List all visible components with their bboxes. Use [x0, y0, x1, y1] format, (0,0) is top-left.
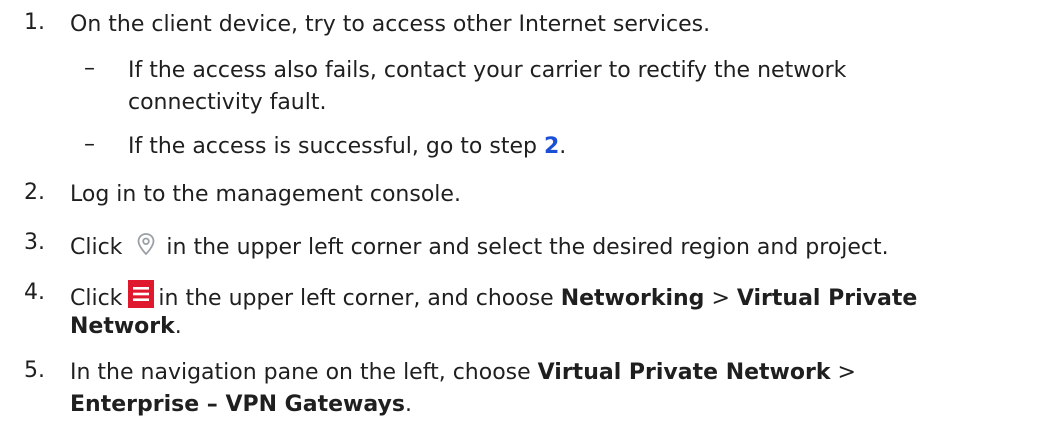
step-text: Click in the upper left corner and select… [70, 230, 889, 263]
step-link[interactable]: 2 [544, 134, 559, 159]
step-number: 4. [24, 280, 45, 305]
sub-text-cont: connectivity fault. [128, 90, 327, 115]
sub-text: If the access is successful, go to step … [128, 134, 567, 159]
step-text-cont: Enterprise – VPN Gateways. [70, 392, 412, 417]
step-number: 2. [24, 180, 45, 205]
step-number: 1. [24, 10, 45, 35]
step-text: Click in the upper left corner, and choos… [70, 280, 917, 314]
step-text: On the client device, try to access othe… [70, 12, 711, 37]
step-text: Log in to the management console. [70, 182, 461, 207]
step-number: 3. [24, 230, 45, 255]
step-text-cont: Network. [70, 314, 182, 339]
sub-text: If the access also fails, contact your c… [128, 58, 847, 83]
sub-dash: – [84, 132, 95, 157]
sub-dash: – [84, 56, 95, 81]
step-number: 5. [24, 358, 45, 383]
hamburger-menu-icon [128, 280, 155, 308]
step-text: In the navigation pane on the left, choo… [70, 360, 856, 385]
document: 1. On the client device, try to access o… [0, 0, 1045, 434]
location-pin-icon [132, 230, 160, 258]
